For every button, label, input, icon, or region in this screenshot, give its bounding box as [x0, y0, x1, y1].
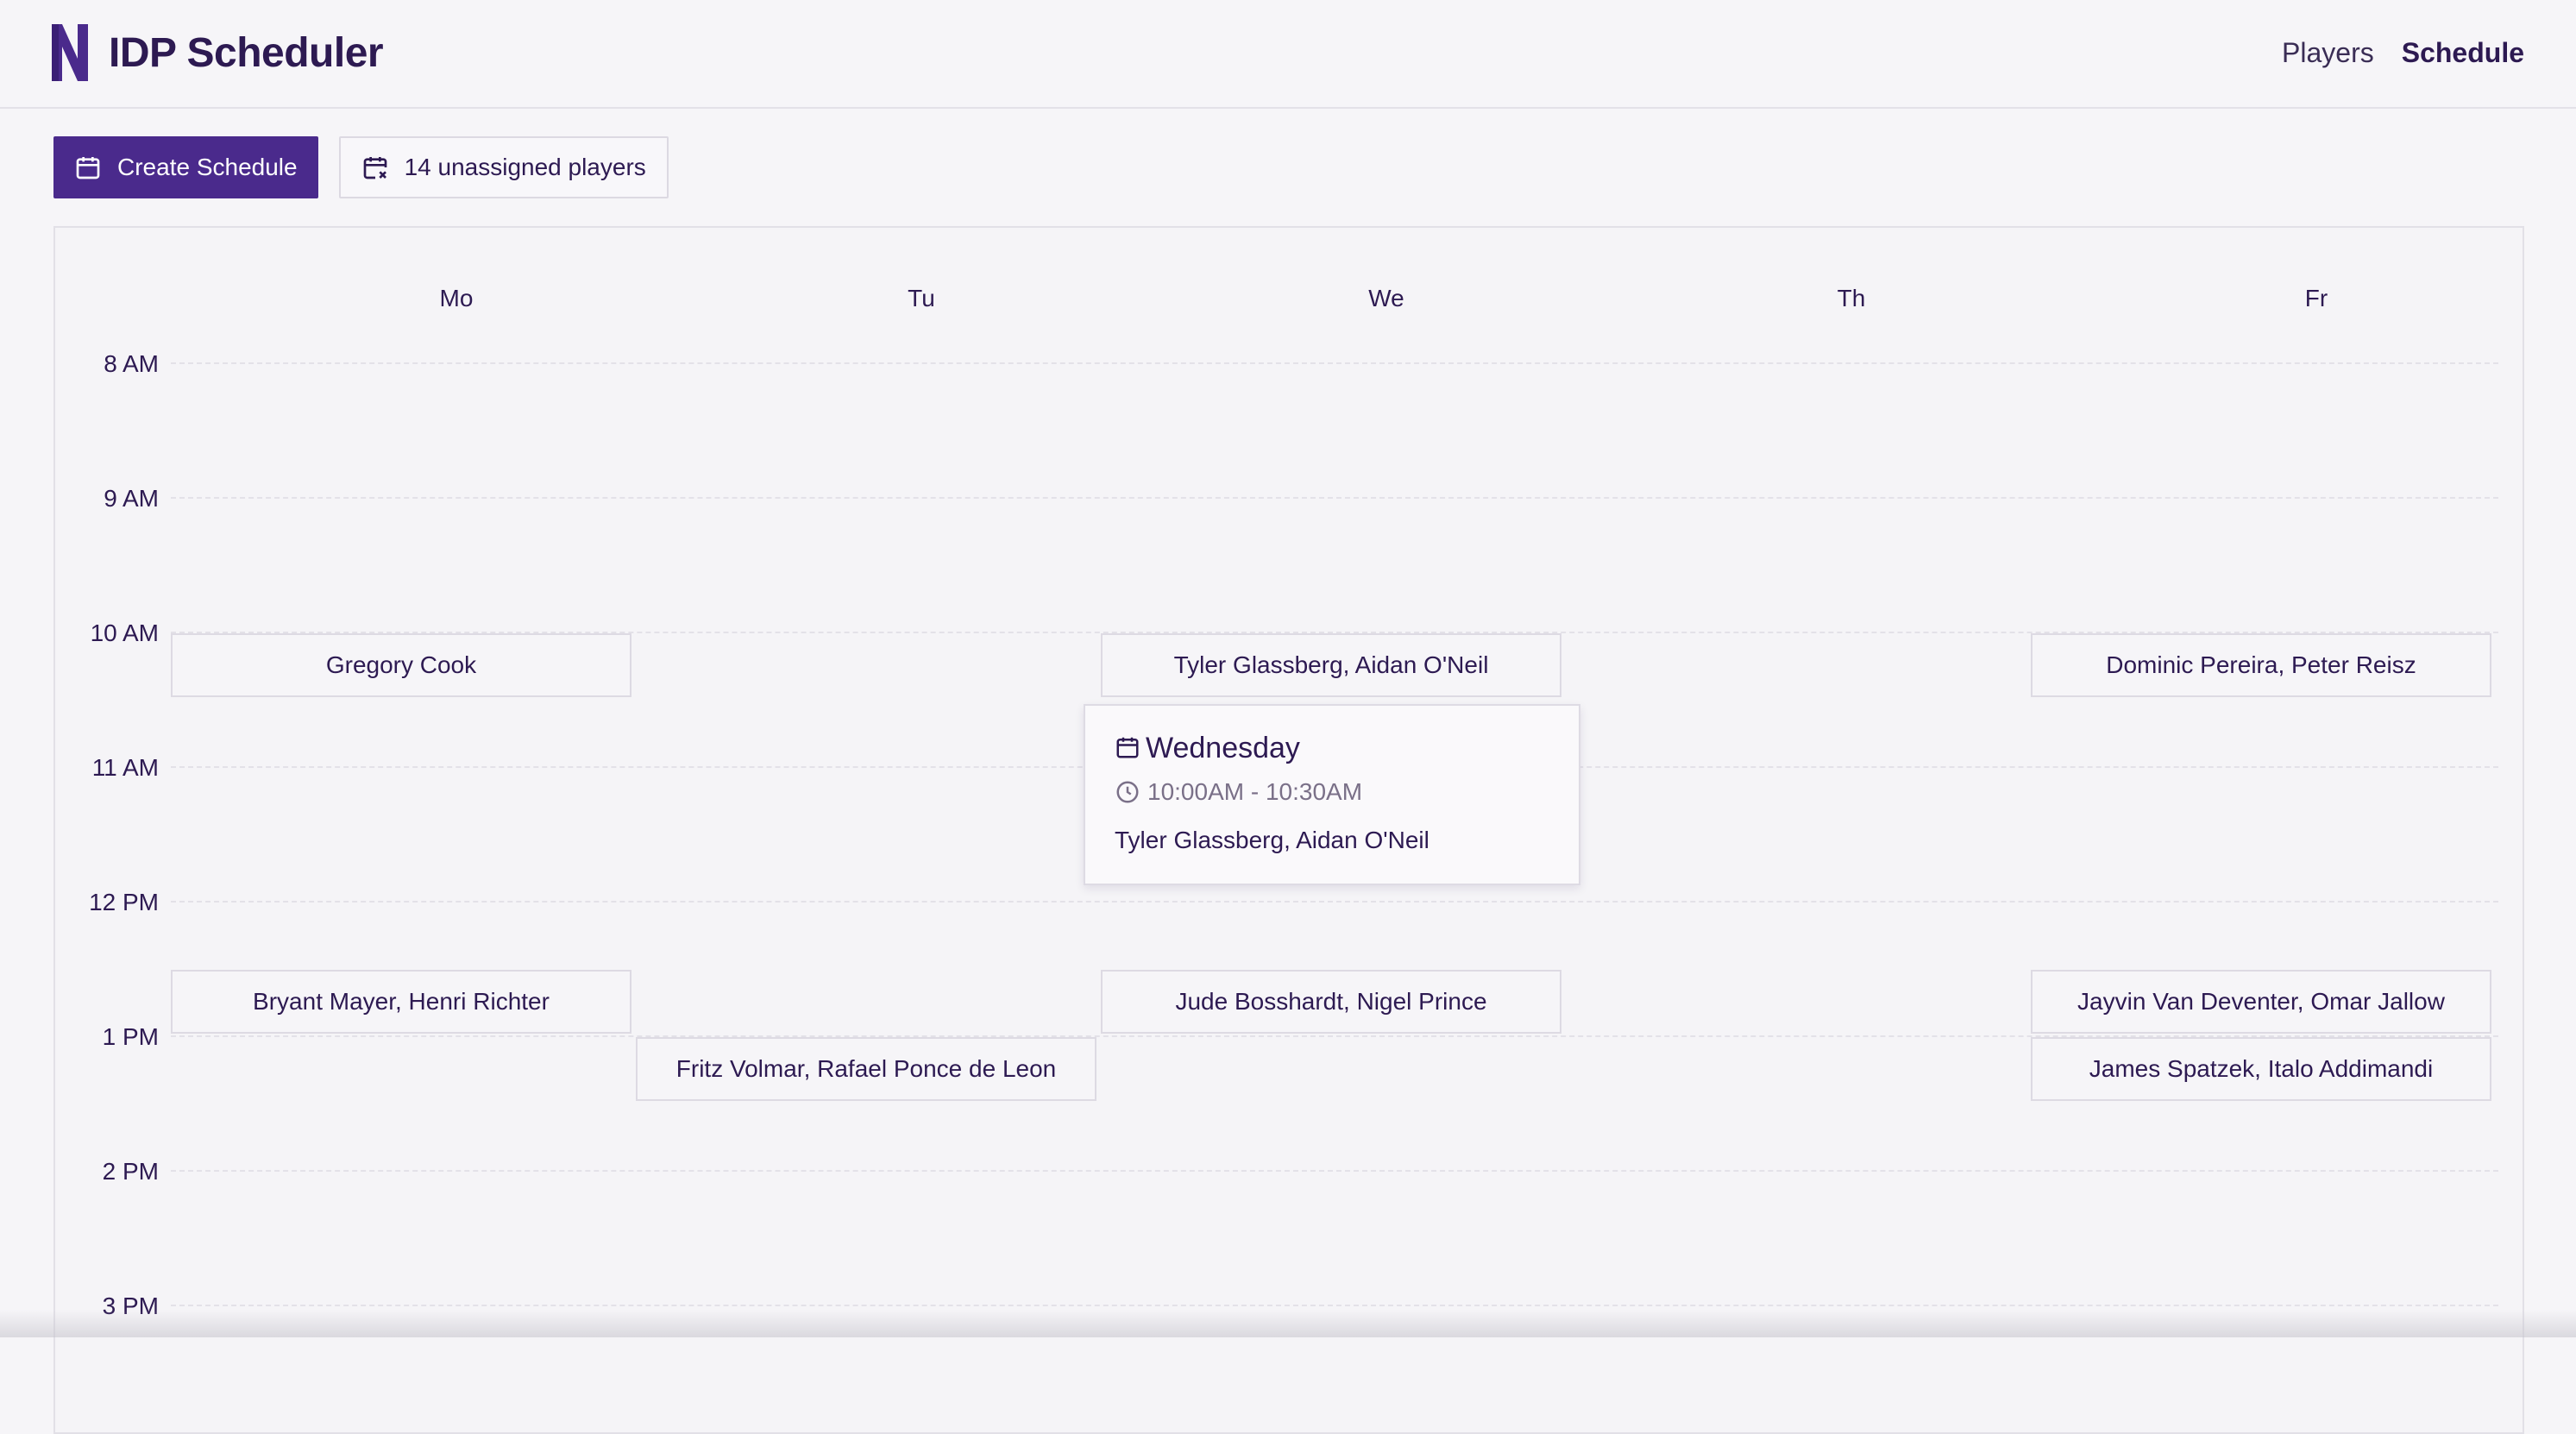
time-label-8am: 8 AM [104, 350, 159, 377]
event-block[interactable]: Fritz Volmar, Rafael Ponce de Leon [636, 1037, 1096, 1101]
bottom-scroll-shadow [0, 1310, 2576, 1337]
app-title: IDP Scheduler [109, 30, 384, 76]
popover-players: Tyler Glassberg, Aidan O'Neil [1115, 827, 1429, 853]
create-schedule-button[interactable]: Create Schedule [53, 136, 318, 198]
nav-links: Players Schedule [2282, 31, 2524, 74]
event-block[interactable]: Tyler Glassberg, Aidan O'Neil [1101, 633, 1561, 697]
calendar-icon [1116, 737, 1139, 758]
top-navbar: IDP Scheduler Players Schedule [0, 0, 2576, 109]
nav-link-players[interactable]: Players [2282, 31, 2374, 74]
hour-line [171, 497, 2498, 499]
time-label-12pm: 12 PM [89, 889, 159, 915]
time-label-11am: 11 AM [91, 754, 159, 781]
hour-line [171, 1170, 2498, 1172]
unassigned-players-label: 14 unassigned players [404, 154, 646, 180]
time-label-2pm: 2 PM [102, 1158, 159, 1185]
calendar-icon [74, 154, 102, 181]
day-header-we: We [1368, 285, 1404, 311]
day-header-fr: Fr [2304, 285, 2328, 311]
time-label-1pm: 1 PM [102, 1023, 159, 1050]
toolbar: Create Schedule 14 unassigned players [53, 136, 669, 198]
event-block[interactable]: Jayvin Van Deventer, Omar Jallow [2031, 970, 2491, 1034]
event-block[interactable]: Gregory Cook [171, 633, 631, 697]
hour-line [171, 362, 2498, 364]
event-popover: Wednesday 10:00AM - 10:30AM Tyler Glassb… [1084, 704, 1580, 885]
unassigned-players-button[interactable]: 14 unassigned players [338, 136, 669, 198]
clock-icon [1116, 781, 1139, 803]
hour-line [171, 901, 2498, 903]
day-header-mo: Mo [439, 285, 474, 311]
hour-line [171, 1305, 2498, 1306]
event-block[interactable]: Dominic Pereira, Peter Reisz [2031, 633, 2491, 697]
popover-day: Wednesday [1146, 732, 1300, 764]
event-block[interactable]: Jude Bosshardt, Nigel Prince [1101, 970, 1561, 1034]
time-label-10am: 10 AM [90, 620, 159, 646]
create-schedule-label: Create Schedule [117, 154, 298, 180]
event-block[interactable]: Bryant Mayer, Henri Richter [171, 970, 631, 1034]
time-label-9am: 9 AM [104, 485, 159, 512]
popover-time: 10:00AM - 10:30AM [1147, 778, 1363, 805]
logo-icon [52, 24, 88, 81]
calendar-x-icon [361, 154, 389, 181]
event-block[interactable]: James Spatzek, Italo Addimandi [2031, 1037, 2491, 1101]
day-header-th: Th [1837, 285, 1866, 311]
day-header-tu: Tu [908, 285, 935, 311]
nav-link-schedule[interactable]: Schedule [2402, 31, 2524, 74]
weekly-calendar: Mo Tu We Th Fr 8 AM 9 AM 10 AM 11 AM 12 … [53, 226, 2524, 1434]
